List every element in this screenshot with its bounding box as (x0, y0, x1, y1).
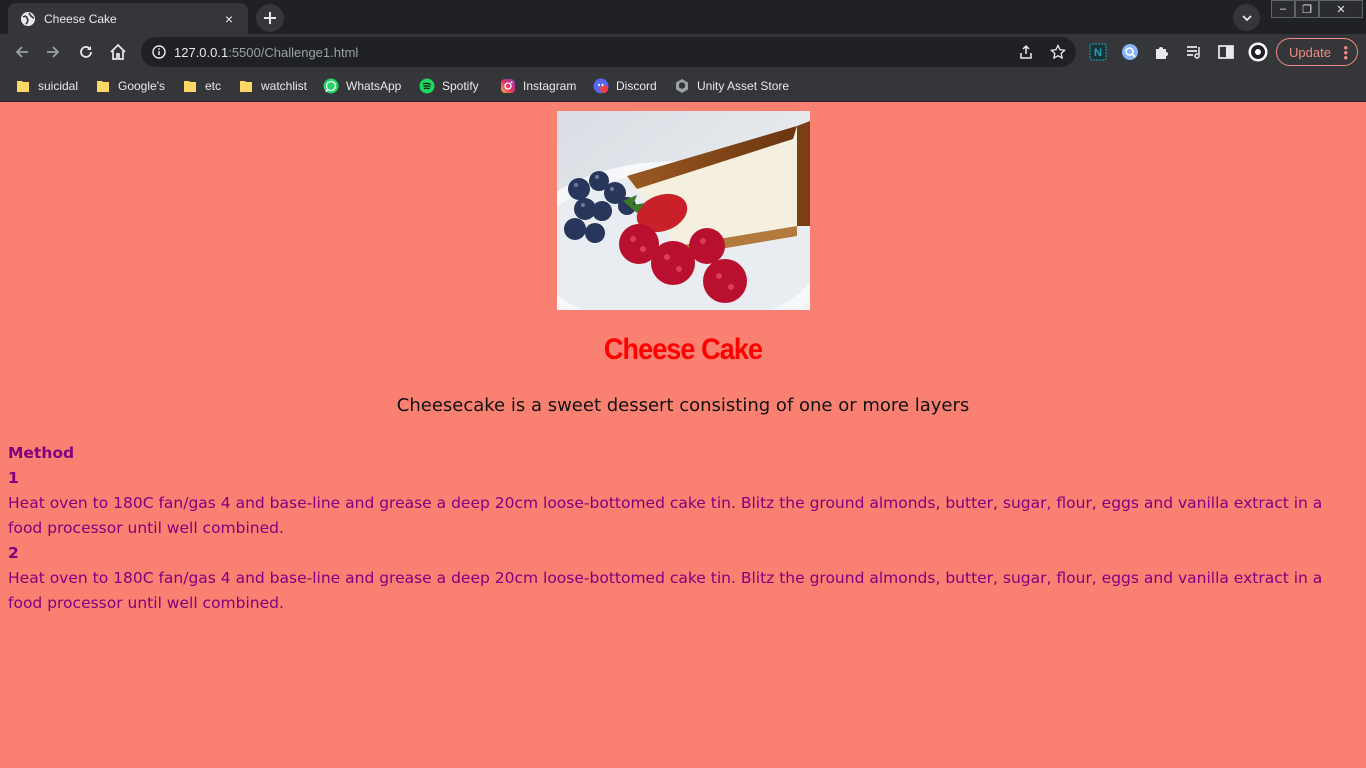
home-button[interactable] (105, 39, 131, 65)
method-title: Method (8, 444, 75, 462)
url-host: 127.0.0.1 (174, 45, 229, 60)
arrow-left-icon (15, 46, 28, 58)
more-menu-icon: • • • (1343, 40, 1348, 65)
bookmark-item[interactable]: Instagram (500, 77, 576, 95)
folder-icon (15, 78, 31, 94)
tab-strip: Cheese Cake × – ❐ ✕ (0, 0, 1366, 34)
page-content: Cheese Cake Cheesecake is a sweet desser… (0, 103, 1366, 768)
profile-avatar-icon[interactable] (1248, 42, 1268, 62)
bookmark-label: Discord (616, 79, 657, 93)
browser-tab[interactable]: Cheese Cake × (8, 3, 248, 34)
bookmark-item[interactable]: Spotify (419, 77, 479, 95)
spotify-icon (419, 78, 435, 94)
close-window-button[interactable]: ✕ (1319, 0, 1363, 18)
tab-search-button[interactable] (1233, 4, 1260, 31)
step-text: Heat oven to 180C fan/gas 4 and base-lin… (8, 569, 1323, 612)
cheesecake-image (557, 111, 810, 310)
step-number: 1 (8, 469, 19, 487)
discord-icon (593, 78, 609, 94)
bookmark-label: watchlist (261, 79, 308, 93)
folder-icon (182, 78, 198, 94)
step-number: 2 (8, 544, 19, 562)
minimize-button[interactable]: – (1271, 0, 1295, 18)
tab-title: Cheese Cake (44, 11, 117, 26)
bookmark-label: Instagram (523, 79, 577, 93)
star-icon[interactable] (1049, 43, 1067, 61)
browser-toolbar: 127.0.0.1:5500/Challenge1.html N Update … (0, 34, 1366, 70)
bookmark-label: etc (205, 79, 222, 93)
globe-icon (20, 11, 36, 27)
bookmark-item[interactable]: Discord (593, 77, 657, 95)
restore-button[interactable]: ❐ (1295, 0, 1319, 18)
side-panel-icon[interactable] (1216, 42, 1236, 62)
new-tab-button[interactable] (256, 4, 284, 32)
folder-icon (95, 78, 111, 94)
bookmark-item[interactable]: WhatsApp (323, 77, 401, 95)
whatsapp-icon (323, 78, 339, 94)
update-button[interactable]: Update • • • (1276, 38, 1358, 66)
instagram-icon (500, 78, 516, 94)
plus-icon (264, 12, 276, 24)
notion-extension-icon[interactable]: N (1088, 42, 1108, 62)
step-text: Heat oven to 180C fan/gas 4 and base-lin… (8, 494, 1323, 537)
bookmark-label: Spotify (442, 79, 479, 93)
share-icon[interactable] (1017, 43, 1035, 61)
reload-button[interactable] (73, 39, 99, 65)
reading-list-icon[interactable] (1184, 42, 1204, 62)
bookmark-item[interactable]: watchlist (238, 77, 307, 95)
svg-text:N: N (1094, 47, 1102, 59)
bookmark-label: Unity Asset Store (697, 79, 790, 93)
bookmarks-bar: suicidal Google's etc watchlist WhatsApp… (0, 70, 1366, 102)
address-bar[interactable]: 127.0.0.1:5500/Challenge1.html (141, 37, 1076, 67)
update-label: Update (1289, 44, 1331, 60)
lens-extension-icon[interactable] (1120, 42, 1140, 62)
bookmark-item[interactable]: etc (182, 77, 221, 95)
url-text[interactable]: 127.0.0.1:5500/Challenge1.html (174, 45, 358, 60)
puzzle-icon[interactable] (1152, 42, 1172, 62)
bookmark-item[interactable]: Google's (95, 77, 165, 95)
bookmark-item[interactable]: suicidal (15, 77, 78, 95)
url-path: :5500/Challenge1.html (228, 45, 359, 60)
method-section: Method 1 Heat oven to 180C fan/gas 4 and… (8, 441, 1360, 616)
unity-icon (674, 78, 690, 94)
reload-icon (80, 46, 92, 58)
chevron-down-icon (1241, 14, 1252, 21)
bookmark-item[interactable]: Unity Asset Store (674, 77, 789, 95)
info-icon[interactable] (150, 43, 168, 61)
back-button[interactable] (9, 39, 35, 65)
arrow-right-icon (47, 46, 60, 58)
page-tagline: Cheesecake is a sweet dessert consisting… (396, 395, 970, 416)
forward-button[interactable] (40, 39, 66, 65)
bookmark-label: Google's (118, 79, 165, 93)
page-title: Cheese Cake (603, 333, 763, 366)
bookmark-label: suicidal (38, 79, 79, 93)
bookmark-label: WhatsApp (346, 79, 402, 93)
tab-close-icon[interactable]: × (220, 10, 238, 28)
folder-icon (238, 78, 254, 94)
home-icon (110, 43, 126, 60)
